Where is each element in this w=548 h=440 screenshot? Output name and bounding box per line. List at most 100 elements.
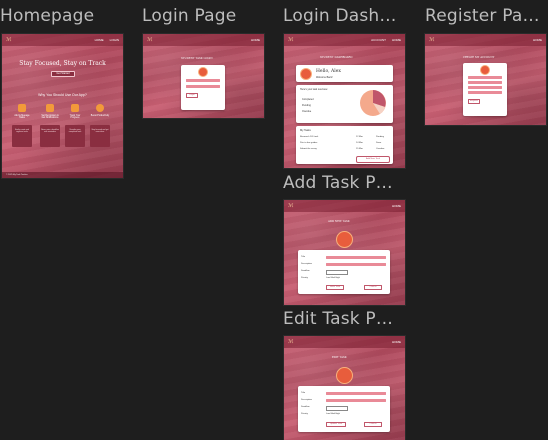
task-status: Overdue bbox=[376, 148, 385, 150]
edit-task-heading: EDIT TASK bbox=[332, 356, 347, 359]
description-input[interactable] bbox=[326, 399, 386, 402]
task-date: 12 Mar bbox=[356, 136, 363, 138]
field-label: Title bbox=[301, 256, 306, 258]
cancel-button[interactable]: Cancel bbox=[364, 285, 382, 290]
greeting-card: Hello, Alex Welcome Back! bbox=[296, 65, 393, 82]
navbar: ℳ HOME bbox=[284, 200, 405, 212]
navbar: ℳ HOME LOGIN bbox=[2, 34, 123, 46]
nav-home[interactable]: HOME bbox=[533, 38, 542, 42]
get-started-button[interactable]: Get Started bbox=[51, 71, 75, 77]
logo[interactable]: ℳ bbox=[429, 37, 434, 43]
save-task-button[interactable]: Save Task bbox=[326, 285, 344, 290]
field-label: Title bbox=[301, 392, 306, 394]
field-label: Deadline bbox=[301, 270, 310, 272]
homepage-frame[interactable]: ℳ HOME LOGIN Stay Focused, Stay on Track… bbox=[2, 34, 123, 178]
feature-text: Visualize your completed work bbox=[68, 129, 82, 134]
task-name[interactable]: Print a few guides bbox=[300, 142, 317, 144]
task-status: Pending bbox=[376, 136, 385, 138]
feature-text: Easily create and organize tasks bbox=[15, 129, 29, 134]
password-input[interactable] bbox=[186, 85, 220, 88]
footer: © 2025 My Task Tracker bbox=[2, 172, 123, 178]
hero-title: Stay Focused, Stay on Track bbox=[19, 60, 106, 67]
subgreeting: Welcome Back! bbox=[316, 76, 333, 79]
summary-item: Completed bbox=[302, 98, 314, 101]
register-button[interactable]: Register bbox=[468, 99, 480, 104]
tasks-card: My Tasks Research 101 task 12 Mar Pendin… bbox=[296, 126, 393, 164]
description-input[interactable] bbox=[326, 263, 386, 266]
chart-icon bbox=[71, 104, 79, 112]
summary-title: Here's your task overview bbox=[300, 88, 328, 91]
priority-options[interactable]: Low Med High bbox=[326, 413, 340, 415]
frame-title-dashboard[interactable]: Login Dash… bbox=[283, 6, 397, 26]
dashboard-frame[interactable]: ℳ ACCOUNT HOME STUDENT DASHBOARD Hello, … bbox=[284, 34, 405, 168]
username-input[interactable] bbox=[186, 79, 220, 82]
feature-label: Add & Manage Tasks bbox=[14, 115, 30, 119]
frame-title-edit-task[interactable]: Edit Task P… bbox=[283, 309, 393, 329]
update-task-button[interactable]: Update Task bbox=[326, 422, 346, 427]
password-input[interactable] bbox=[468, 86, 502, 89]
nav-login[interactable]: LOGIN bbox=[110, 38, 119, 42]
nav-home[interactable]: HOME bbox=[251, 38, 260, 42]
logo[interactable]: ℳ bbox=[288, 203, 293, 209]
name-input[interactable] bbox=[468, 76, 502, 79]
login-frame[interactable]: ℳ HOME STUDENT TASK LOGIN Login bbox=[143, 34, 264, 118]
nav-account[interactable]: ACCOUNT bbox=[371, 38, 386, 42]
priority-options[interactable]: Low Med High bbox=[326, 277, 340, 279]
tasks-title: My Tasks bbox=[300, 129, 311, 132]
add-new-task-button[interactable]: Add New Task bbox=[356, 156, 390, 163]
navbar: ℳ HOME bbox=[143, 34, 264, 46]
frame-title-add-task[interactable]: Add Task P… bbox=[283, 173, 393, 193]
logo[interactable]: ℳ bbox=[288, 37, 293, 43]
frame-title-register[interactable]: Register Pa… bbox=[425, 6, 540, 26]
login-card: Login bbox=[181, 65, 225, 110]
cancel-button[interactable]: Cancel bbox=[364, 422, 382, 427]
task-name[interactable]: Submit the essay bbox=[300, 148, 317, 150]
add-task-heading: ADD NEW TASK bbox=[328, 220, 350, 223]
edit-task-frame[interactable]: ℳ HOME EDIT TASK Title Description Deadl… bbox=[284, 336, 405, 440]
summary-card: Here's your task overview Completed Pend… bbox=[296, 85, 393, 123]
deadline-picker[interactable] bbox=[326, 270, 348, 275]
feature-text: Stay focused and get more done bbox=[91, 129, 109, 134]
email-input[interactable] bbox=[468, 81, 502, 84]
clipboard-icon bbox=[336, 231, 353, 248]
register-heading: CREATE MY ACCOUNT bbox=[463, 56, 495, 59]
nav-home[interactable]: HOME bbox=[392, 204, 401, 208]
summary-item: Pending bbox=[302, 104, 311, 107]
check-icon bbox=[46, 104, 54, 112]
login-heading: STUDENT TASK LOGIN bbox=[181, 57, 213, 60]
navbar: ℳ HOME bbox=[425, 34, 546, 46]
title-input[interactable] bbox=[326, 256, 386, 259]
field-label: Priority bbox=[301, 413, 308, 415]
navbar: ℳ HOME bbox=[284, 336, 405, 348]
task-status: Done bbox=[376, 142, 382, 144]
logo[interactable]: ℳ bbox=[288, 339, 293, 345]
field-label: Description bbox=[301, 263, 312, 265]
add-task-card: Title Description Deadline Priority Low … bbox=[298, 250, 390, 294]
feature-card: Visualize your completed work bbox=[65, 125, 85, 147]
pie-chart bbox=[360, 90, 386, 116]
greeting: Hello, Alex bbox=[316, 69, 341, 74]
feature-text: Never miss a deadline with reminders bbox=[41, 129, 59, 134]
confirm-password-input[interactable] bbox=[468, 91, 502, 94]
frame-title-homepage[interactable]: Homepage bbox=[0, 6, 94, 26]
field-label: Description bbox=[301, 399, 312, 401]
clock-icon bbox=[96, 104, 104, 112]
add-task-frame[interactable]: ℳ HOME ADD NEW TASK Title Description De… bbox=[284, 200, 405, 305]
user-icon bbox=[480, 65, 490, 75]
task-date: 14 Mar bbox=[356, 142, 363, 144]
deadline-picker[interactable] bbox=[326, 406, 348, 411]
frame-title-login[interactable]: Login Page bbox=[142, 6, 236, 26]
calendar-icon bbox=[18, 104, 26, 112]
feature-card: Easily create and organize tasks bbox=[12, 125, 32, 147]
nav-home[interactable]: HOME bbox=[392, 38, 401, 42]
task-name[interactable]: Research 101 task bbox=[300, 136, 318, 138]
feature-label: Track Your Progress bbox=[69, 115, 81, 119]
nav-home[interactable]: HOME bbox=[392, 340, 401, 344]
login-button[interactable]: Login bbox=[186, 93, 198, 98]
feature-label: Set Reminders & Get Notifications bbox=[41, 115, 59, 119]
logo[interactable]: ℳ bbox=[6, 37, 11, 43]
title-input[interactable] bbox=[326, 392, 386, 395]
nav-home[interactable]: HOME bbox=[95, 38, 104, 42]
register-frame[interactable]: ℳ HOME CREATE MY ACCOUNT Register bbox=[425, 34, 546, 125]
logo[interactable]: ℳ bbox=[147, 37, 152, 43]
